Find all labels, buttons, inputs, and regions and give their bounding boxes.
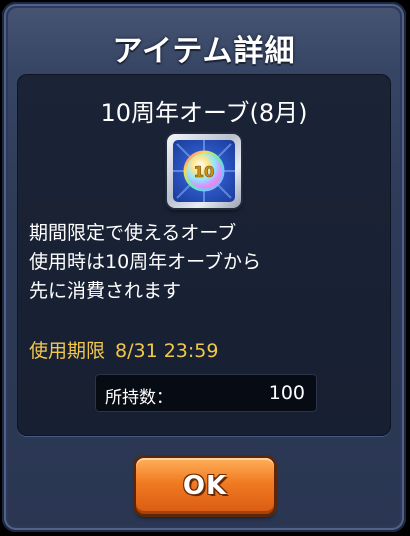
holdings-value: 100: [268, 382, 305, 404]
item-icon-frame: 10: [167, 134, 241, 208]
item-name: 10周年オーブ(8月): [100, 99, 308, 127]
expiry-label: 使用期限: [29, 340, 106, 362]
holdings-box: 所持数： 100: [95, 374, 317, 412]
item-detail-panel: 10周年オーブ(8月) 10 期間限定で使えるオーブ 使用時は10周年オーブから…: [17, 74, 391, 436]
holdings-label: 所持数：: [105, 388, 173, 408]
description-line-3: 先に消費されます: [29, 280, 182, 302]
item-description: 期間限定で使えるオーブ 使用時は10周年オーブから 先に消費されます: [29, 219, 379, 306]
expiry-value: 8/31 23:59: [115, 340, 219, 362]
description-line-1: 期間限定で使えるオーブ: [29, 222, 237, 244]
rainbow-orb-icon: 10: [173, 140, 235, 202]
dialog-title: アイテム詳細: [112, 34, 296, 69]
orb-badge-text: 10: [194, 163, 215, 181]
ok-button-label: OK: [182, 471, 228, 501]
description-line-2: 使用時は10周年オーブから: [29, 251, 262, 273]
item-detail-dialog: アイテム詳細 10周年オーブ(8月) 10 期間限定で使えるオーブ 使用時は10…: [2, 2, 406, 532]
ok-button[interactable]: OK: [136, 458, 274, 514]
expiry-info: 使用期限 8/31 23:59: [29, 336, 218, 363]
